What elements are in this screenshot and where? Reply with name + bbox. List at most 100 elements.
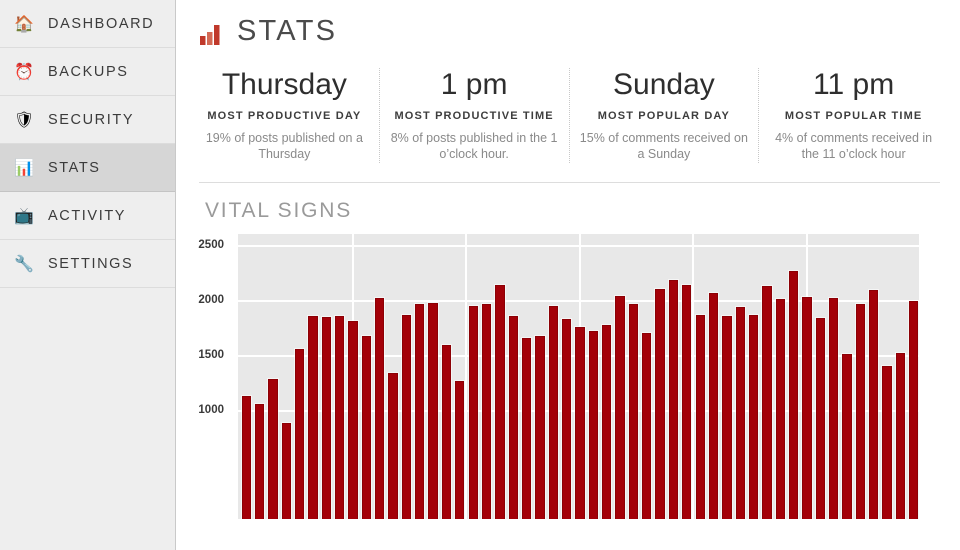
chart-bar: [628, 303, 639, 520]
sidebar-filler: [0, 288, 175, 550]
page-title: Stats: [237, 15, 338, 47]
chart-bar: [788, 270, 799, 520]
chart-y-tick-label: 2500: [198, 239, 224, 252]
chart-bar: [268, 378, 278, 520]
chart-bar: [254, 404, 265, 520]
chart-bars: [238, 234, 919, 520]
sidebar-item-label: Activity: [48, 207, 127, 224]
bar-chart-icon: 📊: [14, 159, 34, 177]
chart-bar: [388, 373, 398, 520]
sidebar-item-activity[interactable]: 📺 Activity: [0, 192, 175, 240]
chart-bar: [588, 330, 599, 520]
bar-chart-icon: [199, 19, 225, 45]
chart-bar: [548, 306, 558, 520]
chart-bar: [241, 395, 251, 520]
stat-card: 1 pm Most Productive Time 8% of posts pu…: [380, 68, 570, 164]
chart-bar: [762, 286, 772, 520]
chart-bar: [775, 298, 785, 520]
chart-bar: [829, 298, 839, 520]
chart-y-axis: 1000 1500 2000 2500: [176, 234, 234, 519]
wrench-icon: 🔧: [14, 255, 34, 273]
stat-label: Most Popular Time: [784, 109, 923, 122]
stat-label: Most Popular Day: [597, 109, 731, 122]
main-content: Stats Thursday Most Productive Day 19% o…: [176, 0, 960, 550]
vital-signs-title: Vital Signs: [205, 199, 352, 223]
chart-bar: [294, 348, 305, 520]
chart-bar: [521, 338, 532, 520]
sidebar-item-label: Backups: [48, 63, 129, 80]
sidebar-item-stats[interactable]: 📊 Stats: [0, 144, 175, 192]
chart-bar: [855, 303, 866, 520]
alarm-clock-icon: ⏰: [14, 63, 34, 81]
chart-bar: [348, 320, 358, 520]
chart-bar: [615, 295, 625, 520]
chart-bar: [708, 292, 719, 520]
chart-y-tick-label: 1000: [198, 403, 224, 416]
sidebar-item-label: Stats: [48, 159, 101, 176]
chart-bar: [682, 284, 692, 520]
vital-signs-chart: 1000 1500 2000 2500: [176, 234, 960, 524]
stat-cards: Thursday Most Productive Day 19% of post…: [190, 68, 948, 164]
chart-bar: [748, 314, 759, 520]
chart-bar: [308, 316, 318, 520]
chart-bar: [575, 326, 585, 520]
chart-bar: [842, 354, 852, 520]
chart-bar: [882, 365, 892, 520]
chart-bar: [815, 318, 826, 520]
chart-bar: [895, 352, 906, 520]
chart-bar: [455, 380, 465, 520]
sidebar-item-backups[interactable]: ⏰ Backups: [0, 48, 175, 96]
chart-bar: [642, 333, 652, 520]
stat-label: Most Productive Day: [207, 109, 362, 122]
chart-bar: [561, 319, 572, 520]
chart-bar: [909, 301, 919, 520]
chart-bar: [361, 335, 372, 520]
shield-badge-icon: 🛡: [13, 111, 35, 129]
chart-bar: [468, 305, 478, 520]
chart-bar: [668, 280, 679, 520]
chart-bar: [441, 344, 452, 520]
chart-bar: [655, 288, 665, 520]
chart-bar: [481, 303, 492, 520]
stat-value: Thursday: [221, 68, 347, 101]
chart-plot-area: [238, 234, 919, 520]
chart-bar: [695, 314, 705, 520]
chart-bar: [802, 296, 812, 520]
chart-bar: [735, 306, 745, 520]
app-root: 🏠 Dashboard ⏰ Backups 🛡 Security 📊 Stats…: [0, 0, 960, 550]
page-header: Stats: [176, 0, 960, 46]
sidebar: 🏠 Dashboard ⏰ Backups 🛡 Security 📊 Stats…: [0, 0, 176, 550]
chart-bar: [535, 336, 545, 520]
sidebar-item-label: Security: [48, 111, 135, 128]
chart-bar: [495, 285, 505, 520]
chart-bar: [375, 297, 385, 520]
stat-card: Thursday Most Productive Day 19% of post…: [190, 68, 380, 164]
sidebar-item-security[interactable]: 🛡 Security: [0, 96, 175, 144]
stat-description: 4% of comments received in the 11 o’cloc…: [775, 130, 933, 162]
sidebar-item-settings[interactable]: 🔧 Settings: [0, 240, 175, 288]
chart-bar: [321, 317, 331, 520]
stat-value: 1 pm: [440, 68, 508, 101]
stat-description: 8% of posts published in the 1 o’clock h…: [390, 130, 558, 162]
chart-y-tick-label: 1500: [198, 348, 224, 361]
chart-bar: [722, 315, 732, 520]
chart-y-tick-label: 2000: [198, 294, 224, 307]
stat-value: 11 pm: [813, 68, 895, 101]
chart-bar: [428, 302, 438, 520]
stat-description: 19% of posts published on a Thursday: [205, 130, 363, 162]
chart-bar: [401, 314, 412, 520]
chart-bar: [281, 422, 291, 520]
stat-description: 15% of comments received on a Sunday: [579, 130, 748, 162]
chart-bar: [334, 315, 345, 520]
house-icon: 🏠: [14, 15, 34, 33]
chart-bar: [508, 315, 518, 520]
stat-value: Sunday: [613, 68, 715, 101]
stat-card: 11 pm Most Popular Time 4% of comments r…: [759, 68, 948, 163]
sidebar-item-label: Settings: [48, 255, 134, 272]
chart-bar: [415, 303, 425, 520]
sidebar-item-label: Dashboard: [48, 15, 155, 32]
chart-bar: [869, 289, 879, 520]
stat-label: Most Productive Time: [394, 109, 554, 122]
stat-card: Sunday Most Popular Day 15% of comments …: [570, 68, 760, 164]
sidebar-item-dashboard[interactable]: 🏠 Dashboard: [0, 0, 175, 48]
